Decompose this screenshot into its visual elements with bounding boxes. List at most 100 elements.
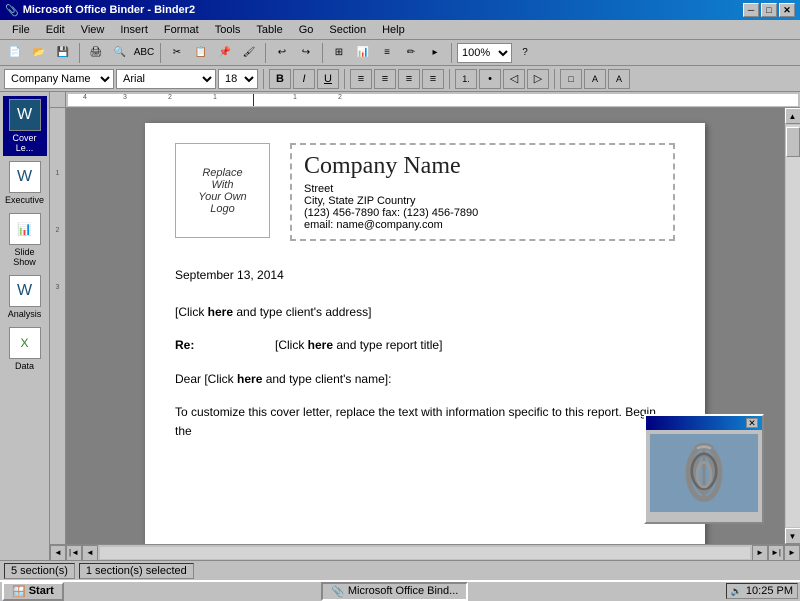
address-here-bold[interactable]: here — [208, 305, 233, 319]
scroll-prev-button[interactable]: ◄ — [82, 545, 98, 561]
scroll-first-button[interactable]: |◄ — [66, 545, 82, 561]
numbering-button[interactable]: 1. — [455, 69, 477, 89]
h-scroll-track[interactable] — [100, 547, 750, 559]
start-label: Start — [29, 585, 54, 597]
drawing-button[interactable]: ✏ — [400, 43, 422, 63]
sidebar-item-analysis[interactable]: W Analysis — [3, 272, 47, 322]
logo-placeholder[interactable]: Replace With Your Own Logo — [175, 143, 270, 238]
highlight-button[interactable]: A — [584, 69, 606, 89]
font-color-button[interactable]: A — [608, 69, 630, 89]
style-dropdown[interactable]: Company Name — [4, 69, 114, 89]
increase-indent-button[interactable]: ▷ — [527, 69, 549, 89]
print-button[interactable]: 🖨 — [85, 43, 107, 63]
menu-bar: File Edit View Insert Format Tools Table… — [0, 20, 800, 40]
undo-button[interactable]: ↩ — [271, 43, 293, 63]
paperclip-close-btn[interactable]: ✕ — [746, 418, 758, 428]
network-icon: 🔊 — [731, 586, 742, 597]
paste-button[interactable]: 📌 — [214, 43, 236, 63]
align-left-button[interactable]: ≡ — [350, 69, 372, 89]
border-button[interactable]: □ — [560, 69, 582, 89]
format-painter-button[interactable]: 🖌 — [238, 43, 260, 63]
font-size-dropdown[interactable]: 18 — [218, 69, 258, 89]
data-icon: X — [9, 327, 41, 359]
menu-view[interactable]: View — [73, 22, 113, 38]
re-here-bold[interactable]: here — [308, 338, 333, 352]
ruler-mark-1: 1 — [213, 94, 217, 101]
justify-button[interactable]: ≡ — [422, 69, 444, 89]
close-button[interactable]: ✕ — [779, 3, 795, 17]
taskbar-app-label: Microsoft Office Bind... — [348, 585, 458, 597]
menu-help[interactable]: Help — [374, 22, 413, 38]
menu-format[interactable]: Format — [156, 22, 207, 38]
dear-here-bold[interactable]: here — [237, 372, 262, 386]
menu-table[interactable]: Table — [248, 22, 290, 38]
cut-button[interactable]: ✂ — [166, 43, 188, 63]
sidebar-item-slideshow[interactable]: 📊 Slide Show — [3, 210, 47, 270]
slideshow-icon: 📊 — [9, 213, 41, 245]
print-preview-button[interactable]: 🔍 — [109, 43, 131, 63]
columns-button[interactable]: ≡ — [376, 43, 398, 63]
toolbar-separator-2 — [160, 43, 161, 63]
menu-section[interactable]: Section — [321, 22, 374, 38]
scroll-last-button[interactable]: ►| — [768, 545, 784, 561]
company-info-box[interactable]: Company Name Street City, State ZIP Coun… — [290, 143, 675, 241]
decrease-indent-button[interactable]: ◁ — [503, 69, 525, 89]
scroll-track[interactable] — [786, 125, 800, 527]
more-button[interactable]: ▸ — [424, 43, 446, 63]
paperclip-image — [674, 438, 734, 508]
menu-file[interactable]: File — [4, 22, 38, 38]
menu-insert[interactable]: Insert — [112, 22, 156, 38]
maximize-button[interactable]: □ — [761, 3, 777, 17]
document-header: Replace With Your Own Logo Company Name … — [175, 143, 675, 241]
address-line: [Click here and type client's address] — [175, 303, 675, 322]
vertical-scrollbar[interactable]: ▲ ▼ — [784, 108, 800, 544]
toolbar-separator-3 — [265, 43, 266, 63]
doc-scroll-area: 1 2 3 Replace With Your Own Logo Company… — [50, 108, 800, 544]
taskbar-time: 10:25 PM — [746, 585, 793, 597]
ruler-v-3: 3 — [56, 284, 60, 291]
taskbar-app-button[interactable]: 📎 Microsoft Office Bind... — [321, 582, 468, 601]
horizontal-scroll[interactable]: ◄ |◄ ◄ ► ►| ► — [50, 544, 800, 560]
sidebar-item-data[interactable]: X Data — [3, 324, 47, 374]
insert-table-button[interactable]: ⊞ — [328, 43, 350, 63]
document-area[interactable]: Replace With Your Own Logo Company Name … — [66, 108, 784, 544]
spell-check-button[interactable]: ABC — [133, 43, 155, 63]
executive-icon: W — [9, 161, 41, 193]
align-right-button[interactable]: ≡ — [398, 69, 420, 89]
align-center-button[interactable]: ≡ — [374, 69, 396, 89]
start-button[interactable]: 🪟 Start — [2, 582, 64, 601]
toolbar-separator-5 — [451, 43, 452, 63]
zoom-select[interactable]: 100% 75% 125% 150% — [457, 43, 512, 63]
scroll-down-button[interactable]: ▼ — [785, 528, 800, 544]
toolbar-separator-1 — [79, 43, 80, 63]
underline-button[interactable]: U — [317, 69, 339, 89]
new-button[interactable]: 📄 — [4, 43, 26, 63]
scroll-thumb[interactable] — [786, 127, 800, 157]
sidebar-cover-label: Cover Le... — [5, 133, 45, 153]
sidebar-item-executive[interactable]: W Executive — [3, 158, 47, 208]
minimize-button[interactable]: ─ — [743, 3, 759, 17]
help-button[interactable]: ? — [514, 43, 536, 63]
scroll-left-button[interactable]: ◄ — [50, 545, 66, 561]
redo-button[interactable]: ↪ — [295, 43, 317, 63]
save-button[interactable]: 💾 — [52, 43, 74, 63]
scroll-up-button[interactable]: ▲ — [785, 108, 800, 124]
insert-spreadsheet-button[interactable]: 📊 — [352, 43, 374, 63]
body-text: To customize this cover letter, replace … — [175, 403, 675, 441]
copy-button[interactable]: 📋 — [190, 43, 212, 63]
phone-text: (123) 456-7890 fax: (123) 456-7890 — [304, 207, 661, 219]
sidebar-item-cover-letter[interactable]: W Cover Le... — [3, 96, 47, 156]
scroll-right-button[interactable]: ► — [784, 545, 800, 561]
menu-edit[interactable]: Edit — [38, 22, 73, 38]
sidebar-analysis-label: Analysis — [8, 309, 42, 319]
scroll-next-button[interactable]: ► — [752, 545, 768, 561]
formatting-toolbar: Company Name Arial 18 B I U ≡ ≡ ≡ ≡ 1. •… — [0, 66, 800, 92]
bullets-button[interactable]: • — [479, 69, 501, 89]
open-button[interactable]: 📂 — [28, 43, 50, 63]
menu-tools[interactable]: Tools — [207, 22, 249, 38]
menu-go[interactable]: Go — [291, 22, 322, 38]
font-dropdown[interactable]: Arial — [116, 69, 216, 89]
bold-button[interactable]: B — [269, 69, 291, 89]
title-bar-left: 📎 Microsoft Office Binder - Binder2 — [5, 4, 195, 17]
italic-button[interactable]: I — [293, 69, 315, 89]
